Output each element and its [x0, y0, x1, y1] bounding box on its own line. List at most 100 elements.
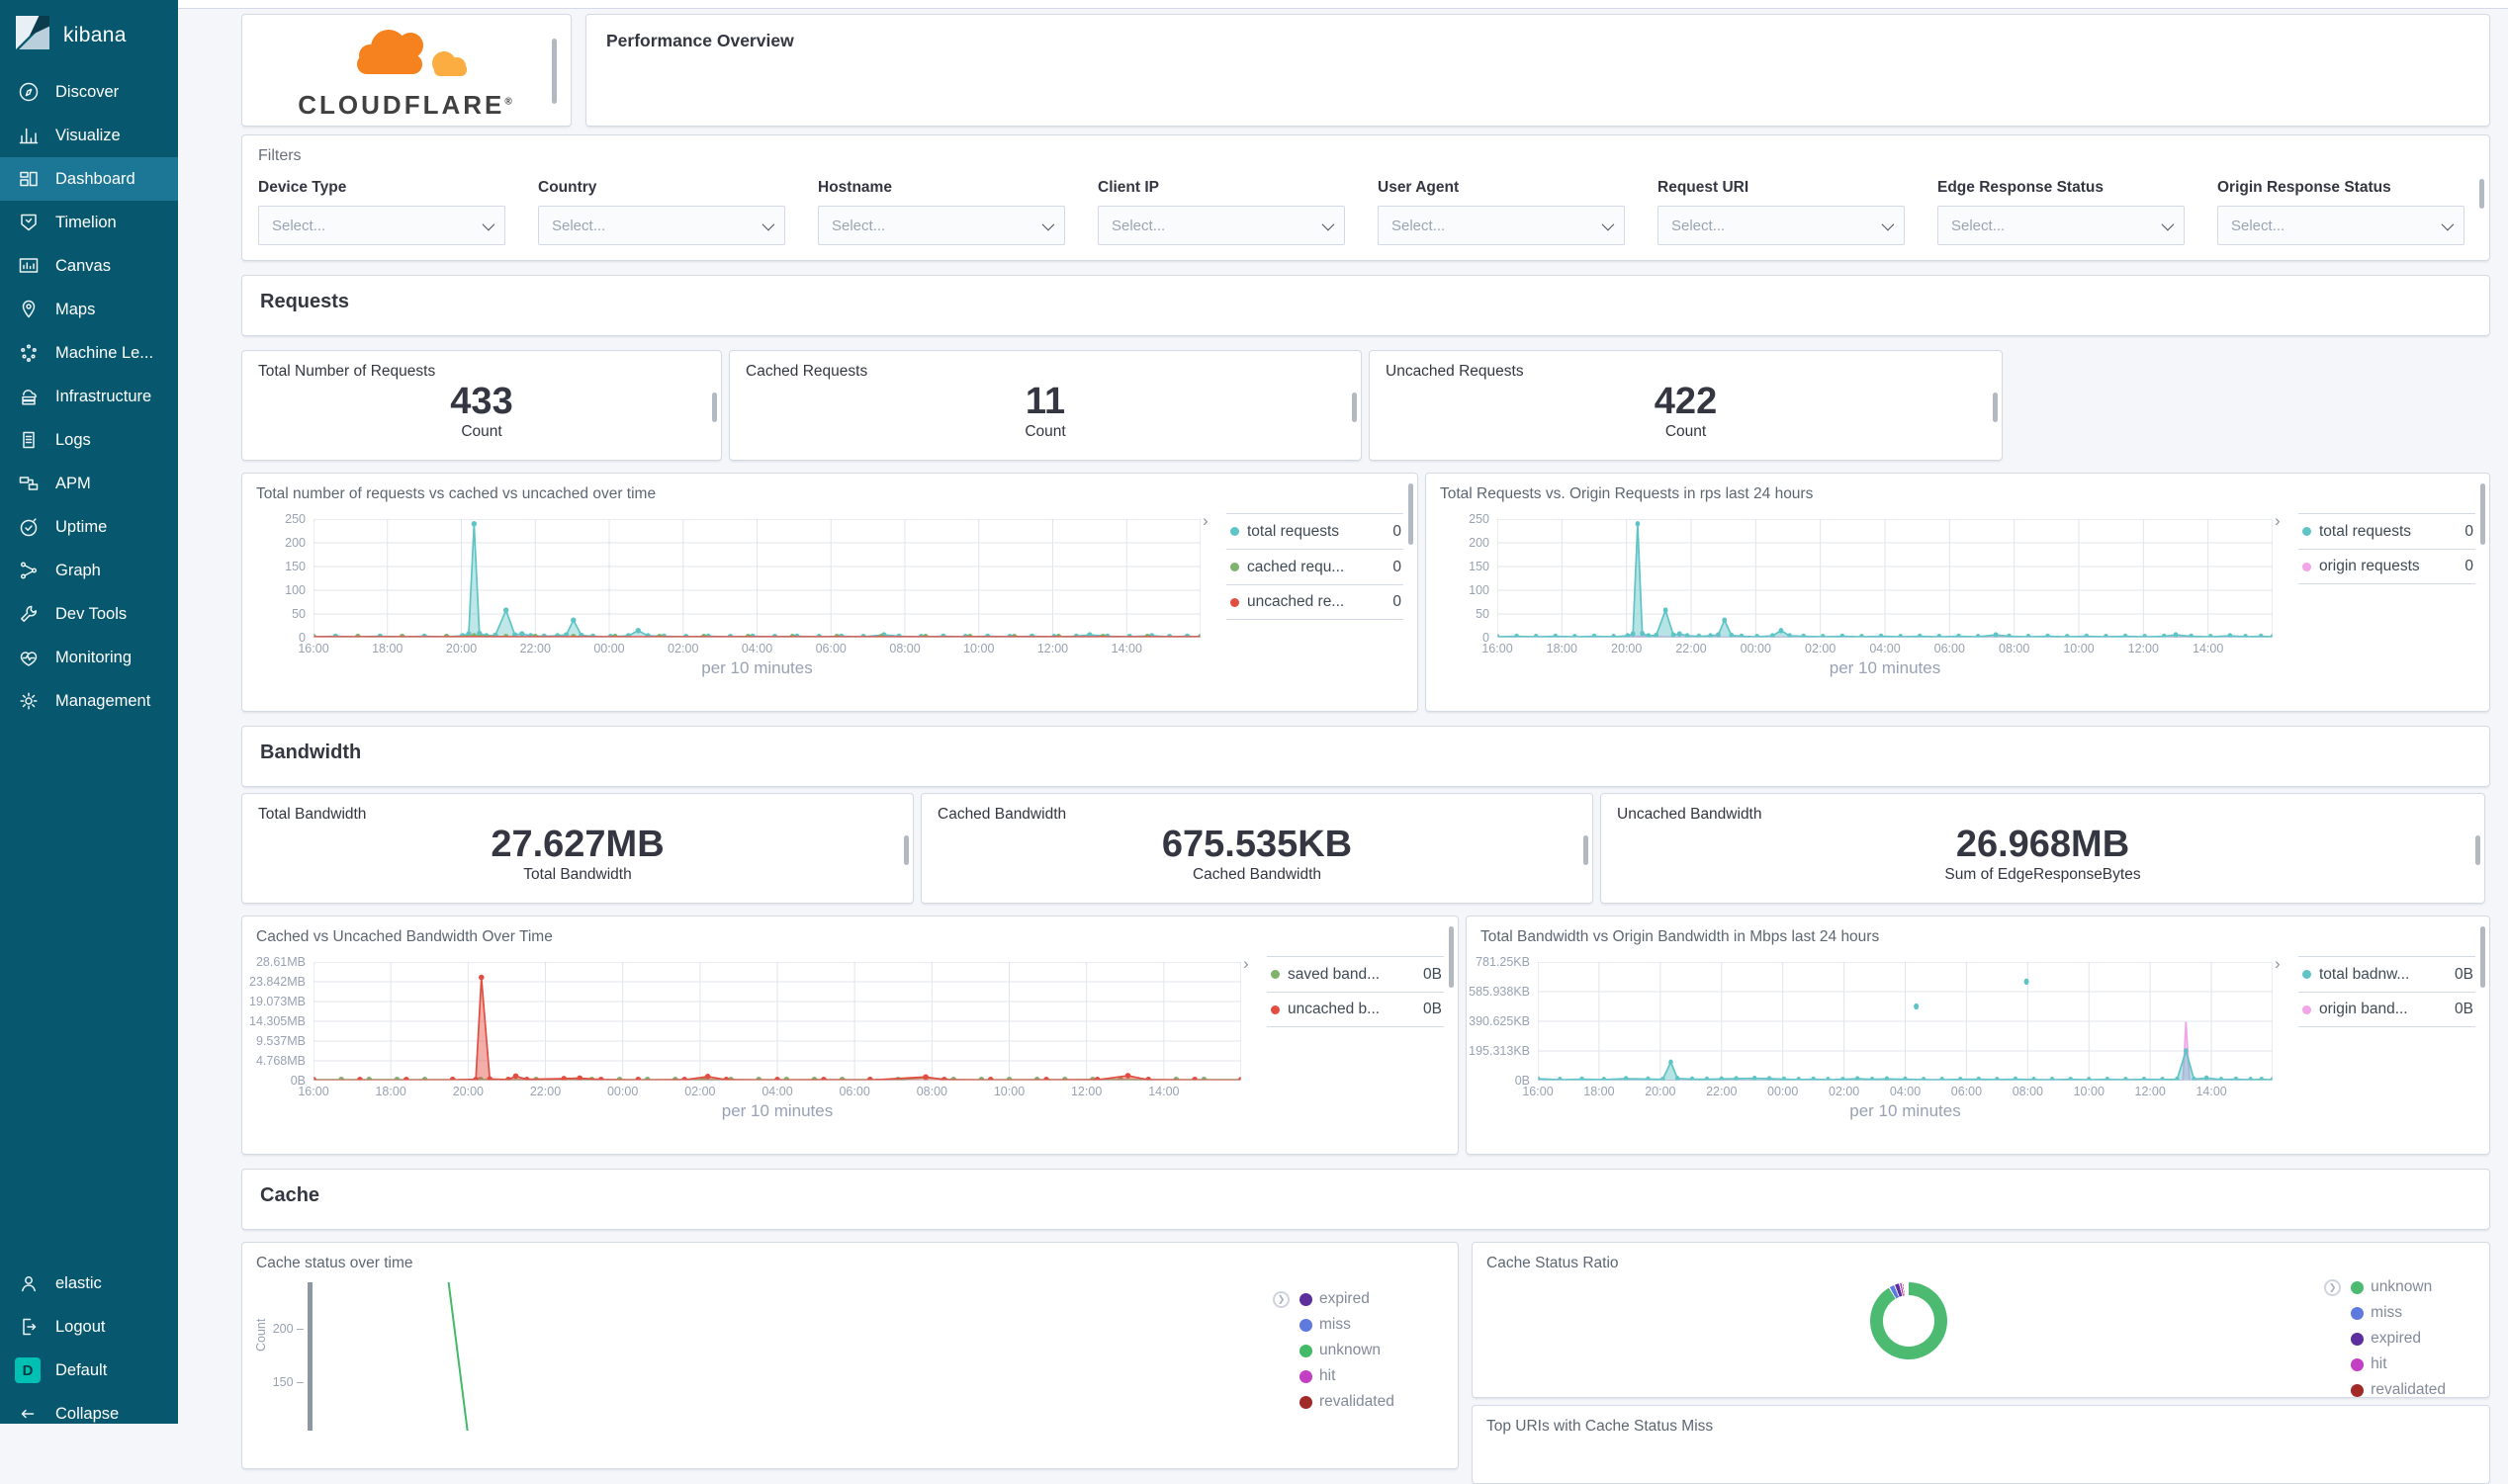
- plot-column: 16:0018:0020:0022:0000:0002:0004:0006:00…: [314, 962, 1241, 1121]
- legend-item-total-requests[interactable]: total requests 0: [1226, 513, 1403, 549]
- x-axis-tick: 06:00: [1934, 642, 1965, 655]
- plot-column: 16:0018:0020:0022:0000:0002:0004:0006:00…: [314, 519, 1201, 678]
- x-axis-label: per 10 minutes: [314, 1101, 1241, 1121]
- legend-item-expired[interactable]: ❯ expired: [1299, 1286, 1444, 1312]
- legend-item-uncached-re[interactable]: uncached re... 0: [1226, 584, 1403, 620]
- legend-item-total-badnw[interactable]: total badnw... 0B: [2298, 956, 2475, 992]
- metric-title: Total Bandwidth: [258, 806, 897, 824]
- sidebar-item-graph[interactable]: Graph: [0, 549, 178, 592]
- scrollbar-thumb[interactable]: [1583, 835, 1588, 865]
- scrollbar-thumb[interactable]: [2480, 483, 2485, 545]
- legend-item-origin-requests[interactable]: origin requests 0: [2298, 549, 2475, 584]
- select-placeholder: Select...: [272, 218, 325, 234]
- origin-response-status-select[interactable]: Select...: [2217, 206, 2464, 245]
- scrollbar-thumb[interactable]: [1352, 393, 1357, 422]
- legend-item-unknown[interactable]: unknown: [1299, 1338, 1444, 1363]
- scrollbar-thumb[interactable]: [2480, 926, 2485, 988]
- sidebar-item-dashboard[interactable]: Dashboard: [0, 157, 178, 201]
- scrollbar-thumb[interactable]: [552, 39, 557, 104]
- sidebar-item-canvas[interactable]: Canvas: [0, 244, 178, 288]
- cloud-server-icon: [17, 385, 41, 408]
- x-axis-tick: 00:00: [1767, 1085, 1798, 1098]
- logout-icon: [17, 1315, 41, 1339]
- legend-item-revalidated[interactable]: revalidated: [1299, 1389, 1444, 1415]
- x-axis-tick: 04:00: [761, 1085, 792, 1098]
- scrollbar-thumb[interactable]: [712, 393, 717, 422]
- sidebar-item-timelion[interactable]: Timelion: [0, 201, 178, 244]
- legend-toggle-icon[interactable]: ❯: [2324, 1279, 2341, 1296]
- scrollbar-thumb[interactable]: [904, 835, 909, 865]
- y-axis-tick: 50: [292, 607, 306, 621]
- sidebar-item-monitoring[interactable]: Monitoring: [0, 636, 178, 679]
- legend-item-miss[interactable]: miss: [2351, 1300, 2446, 1326]
- kibana-logo-text: kibana: [63, 24, 127, 47]
- metric-total-number-of-requests: Total Number of Requests 433 Count: [241, 350, 722, 461]
- sidebar-item-dev-tools[interactable]: Dev Tools: [0, 592, 178, 636]
- metric-unit: Total Bandwidth: [258, 866, 897, 884]
- y-axis-tick: 4.768MB: [256, 1054, 306, 1068]
- legend-item-saved-band[interactable]: saved band... 0B: [1267, 956, 1444, 992]
- legend-item-expired[interactable]: expired: [2351, 1326, 2446, 1352]
- y-axis-tick: 28.61MB: [256, 955, 306, 969]
- filter-request-uri: Request URI Select...: [1657, 179, 1905, 245]
- metric-cached-bandwidth: Cached Bandwidth 675.535KB Cached Bandwi…: [921, 793, 1593, 904]
- sidebar-item-collapse[interactable]: Collapse: [0, 1392, 178, 1436]
- country-select[interactable]: Select...: [538, 206, 785, 245]
- user-agent-select[interactable]: Select...: [1378, 206, 1625, 245]
- sidebar-item-label: elastic: [55, 1274, 102, 1293]
- sidebar-item-visualize[interactable]: Visualize: [0, 114, 178, 157]
- scrollbar-thumb[interactable]: [2475, 835, 2480, 865]
- scrollbar-thumb[interactable]: [1449, 926, 1454, 988]
- sidebar-item-label: Dev Tools: [55, 605, 127, 624]
- sidebar-item-logout[interactable]: Logout: [0, 1305, 178, 1349]
- legend-item-total-requests[interactable]: total requests 0: [2298, 513, 2475, 549]
- legend-item-hit[interactable]: hit: [2351, 1352, 2446, 1377]
- cloudflare-wordmark: CLOUDFLARE®: [298, 90, 514, 121]
- chart-title: Cache Status Ratio: [1486, 1255, 2475, 1272]
- y-axis: 781.25KB585.938KB390.625KB195.313KB0B: [1480, 962, 1538, 1081]
- legend-value: 0B: [2455, 966, 2475, 984]
- filters-title: Filters: [258, 147, 2473, 165]
- x-axis-tick: 18:00: [1547, 642, 1577, 655]
- sidebar-item-discover[interactable]: Discover: [0, 70, 178, 114]
- legend-item-uncached-b[interactable]: uncached b... 0B: [1267, 992, 1444, 1027]
- edge-response-status-select[interactable]: Select...: [1937, 206, 2185, 245]
- sidebar-item-machine-le[interactable]: Machine Le...: [0, 331, 178, 375]
- sidebar-item-label: Dashboard: [55, 170, 135, 189]
- sidebar-item-default[interactable]: DDefault: [0, 1349, 178, 1392]
- device-type-select[interactable]: Select...: [258, 206, 505, 245]
- scrollbar-thumb[interactable]: [1993, 393, 1998, 422]
- sidebar-item-apm[interactable]: APM: [0, 462, 178, 505]
- legend-toggle-icon[interactable]: ›: [1243, 954, 1249, 974]
- legend-item-miss[interactable]: miss: [1299, 1312, 1444, 1338]
- hostname-select[interactable]: Select...: [818, 206, 1065, 245]
- chart-title: Total Bandwidth vs Origin Bandwidth in M…: [1480, 928, 2475, 946]
- kibana-logo[interactable]: kibana: [0, 0, 178, 70]
- sidebar-item-logs[interactable]: Logs: [0, 418, 178, 462]
- donut-chart[interactable]: [1870, 1282, 1947, 1359]
- legend-item-revalidated[interactable]: revalidated: [2351, 1377, 2446, 1398]
- x-axis-tick: 16:00: [298, 642, 328, 655]
- chevron-down-icon: [762, 218, 775, 230]
- legend-item-unknown[interactable]: ❯ unknown: [2351, 1274, 2446, 1300]
- legend-toggle-icon[interactable]: ›: [2275, 511, 2281, 531]
- scrollbar-thumb[interactable]: [1408, 483, 1413, 545]
- legend-dot-icon: [2302, 970, 2311, 979]
- request-uri-select[interactable]: Select...: [1657, 206, 1905, 245]
- legend-item-cached-requ[interactable]: cached requ... 0: [1226, 549, 1403, 584]
- legend-toggle-icon[interactable]: ›: [1203, 511, 1209, 531]
- sidebar: kibana DiscoverVisualize Dashboard Timelio…: [0, 0, 178, 1424]
- sidebar-item-management[interactable]: Management: [0, 679, 178, 723]
- sidebar-item-infrastructure[interactable]: Infrastructure: [0, 375, 178, 418]
- legend-toggle-icon[interactable]: ›: [2275, 954, 2281, 974]
- legend-item-origin-band[interactable]: origin band... 0B: [2298, 992, 2475, 1027]
- legend-toggle-icon[interactable]: ❯: [1273, 1291, 1290, 1308]
- client-ip-select[interactable]: Select...: [1098, 206, 1345, 245]
- sidebar-item-label: Default: [55, 1361, 107, 1380]
- legend-item-hit[interactable]: hit: [1299, 1363, 1444, 1389]
- scrollbar-thumb[interactable]: [2479, 179, 2484, 209]
- sidebar-item-elastic[interactable]: elastic: [0, 1262, 178, 1305]
- sidebar-item-uptime[interactable]: Uptime: [0, 505, 178, 549]
- legend-dot-icon: [1299, 1293, 1312, 1306]
- sidebar-item-maps[interactable]: Maps: [0, 288, 178, 331]
